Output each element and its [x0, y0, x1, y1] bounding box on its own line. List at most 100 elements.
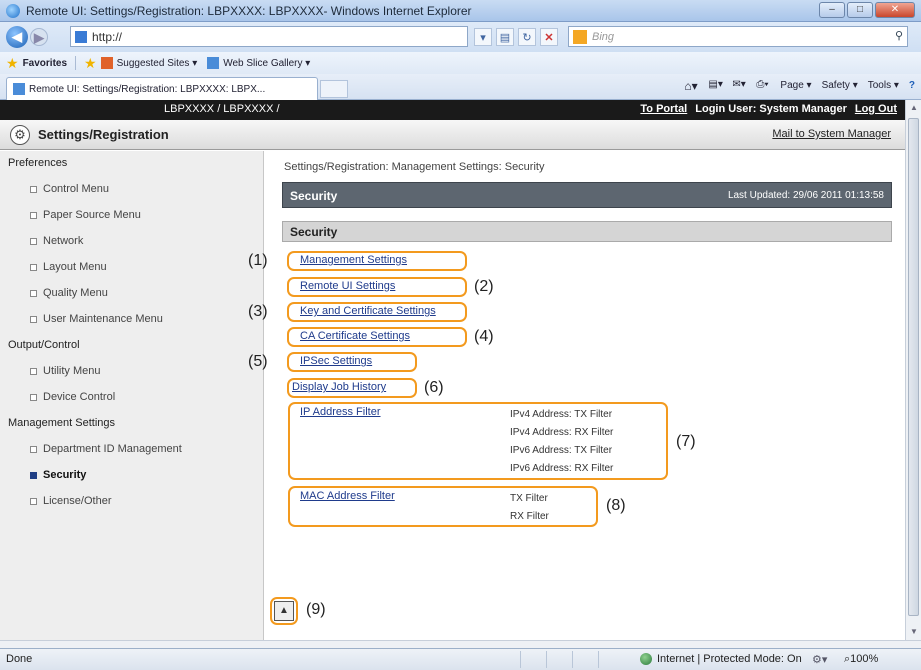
refresh-icon[interactable]: ↻ — [518, 28, 536, 46]
callout-2: (2) — [474, 278, 494, 295]
mac-tx-filter-label: TX Filter — [510, 493, 548, 504]
suggested-sites-link[interactable]: Suggested Sites ▾ — [117, 58, 198, 69]
new-tab-button[interactable] — [320, 80, 348, 98]
bullet-icon — [30, 445, 37, 453]
ipsec-settings-link[interactable]: IPSec Settings — [300, 355, 372, 367]
status-cell — [520, 651, 544, 668]
tab-remote-ui[interactable]: Remote UI: Settings/Registration: LBPXXX… — [6, 77, 318, 100]
sidebar-item-label: Layout Menu — [43, 261, 107, 273]
window-title: Remote UI: Settings/Registration: LBPXXX… — [26, 3, 472, 18]
top-strip: LBPXXXX / LBPXXXX / To Portal Login User… — [0, 100, 905, 120]
settings-gear-icon: ⚙ — [10, 125, 30, 145]
sidebar-item-utility-menu[interactable]: Utility Menu — [30, 365, 100, 377]
web-slice-icon — [207, 57, 220, 69]
scroll-down-icon[interactable]: ▼ — [906, 624, 921, 640]
sidebar-item-department-id-management[interactable]: Department ID Management — [30, 443, 182, 455]
maximize-button[interactable]: □ — [847, 2, 873, 18]
zoom-level[interactable]: ⌕100% — [844, 653, 878, 666]
tab-favicon-icon — [13, 83, 25, 95]
ipv6-rx-filter-label: IPv6 Address: RX Filter — [510, 463, 614, 474]
url-input[interactable]: http:// — [70, 26, 468, 47]
ipv6-tx-filter-label: IPv6 Address: TX Filter — [510, 445, 613, 456]
main-content: Settings/Registration: Management Settin… — [248, 151, 905, 640]
page-viewport: LBPXXXX / LBPXXXX / To Portal Login User… — [0, 100, 905, 640]
tools-menu[interactable]: Tools ▾ — [868, 80, 899, 91]
sidebar-item-device-control[interactable]: Device Control — [30, 391, 115, 403]
search-icon[interactable]: ⚲ — [895, 29, 903, 42]
mac-rx-filter-label: RX Filter — [510, 511, 549, 522]
bullet-icon — [30, 393, 37, 401]
horizontal-scrollbar[interactable] — [0, 640, 921, 648]
login-user-label: Login User: System Manager — [695, 103, 847, 115]
close-button[interactable]: ✕ — [875, 2, 915, 18]
callout-5: (5) — [248, 353, 268, 370]
ipv4-tx-filter-label: IPv4 Address: TX Filter — [510, 409, 613, 420]
sidebar-item-control-menu[interactable]: Control Menu — [30, 183, 109, 195]
search-placeholder: Bing — [592, 30, 615, 43]
sidebar-item-quality-menu[interactable]: Quality Menu — [30, 287, 108, 299]
add-favorite-icon[interactable]: ★ — [84, 55, 97, 72]
vertical-scrollbar[interactable]: ▲ ▼ — [905, 100, 921, 640]
status-text: Done — [6, 653, 33, 665]
protected-mode-icon[interactable]: ⚙▾ — [812, 653, 827, 666]
mail-icon[interactable]: ✉▾ — [732, 79, 746, 91]
bullet-icon — [30, 289, 37, 297]
compatibility-icon[interactable]: ▤ — [496, 28, 514, 46]
callout-7: (7) — [676, 433, 696, 450]
dropdown-arrow-icon[interactable]: ▾ — [474, 28, 492, 46]
address-bar: ◀ ▶ http:// ▾ ▤ ↻ ✕ Bing ⚲ — [0, 22, 921, 52]
top-right-links: To Portal Login User: System Manager Log… — [640, 103, 897, 115]
sidebar-item-paper-source-menu[interactable]: Paper Source Menu — [30, 209, 141, 221]
print-icon[interactable]: ⎙▾ — [756, 79, 770, 91]
search-input[interactable]: Bing ⚲ — [568, 26, 908, 47]
forward-button[interactable]: ▶ — [30, 28, 48, 46]
scroll-thumb[interactable] — [908, 118, 919, 616]
stop-icon[interactable]: ✕ — [540, 28, 558, 46]
remote-ui-settings-link[interactable]: Remote UI Settings — [300, 280, 395, 292]
safety-menu[interactable]: Safety ▾ — [822, 80, 858, 91]
callout-3: (3) — [248, 303, 268, 320]
log-out-link[interactable]: Log Out — [855, 103, 897, 115]
status-bar: Done Internet | Protected Mode: On ⚙▾ ⌕1… — [0, 648, 921, 670]
sidebar-item-network[interactable]: Network — [30, 235, 83, 247]
callout-8: (8) — [606, 497, 626, 514]
bullet-icon — [30, 263, 37, 271]
window-titlebar: Remote UI: Settings/Registration: LBPXXX… — [0, 0, 921, 22]
sidebar-item-label: Quality Menu — [43, 287, 108, 299]
web-slice-gallery-link[interactable]: Web Slice Gallery ▾ — [223, 58, 310, 69]
callout-4: (4) — [474, 328, 494, 345]
help-icon[interactable]: ? — [909, 80, 915, 91]
display-job-history-link[interactable]: Display Job History — [292, 381, 386, 393]
ip-address-filter-link[interactable]: IP Address Filter — [300, 406, 381, 418]
page-menu[interactable]: Page ▾ — [780, 80, 811, 91]
scroll-up-icon[interactable]: ▲ — [906, 100, 921, 116]
management-settings-link[interactable]: Management Settings — [300, 254, 407, 266]
sidebar-item-layout-menu[interactable]: Layout Menu — [30, 261, 107, 273]
ie-logo-icon — [6, 3, 20, 18]
go-to-top-button[interactable]: ▲ — [274, 601, 294, 621]
status-cell — [598, 651, 622, 668]
page-favicon-icon — [75, 30, 87, 43]
key-and-certificate-settings-link[interactable]: Key and Certificate Settings — [300, 305, 436, 317]
sidebar-item-label: Security — [43, 469, 87, 481]
callout-9: (9) — [306, 601, 326, 618]
minimize-button[interactable]: – — [819, 2, 845, 18]
security-zone[interactable]: Internet | Protected Mode: On — [640, 653, 802, 665]
sidebar-item-license-other[interactable]: License/Other — [30, 495, 111, 507]
bullet-icon — [30, 185, 37, 193]
back-button[interactable]: ◀ — [6, 26, 28, 48]
mac-address-filter-link[interactable]: MAC Address Filter — [300, 490, 395, 502]
favorites-button[interactable]: Favorites — [23, 58, 67, 69]
ca-certificate-settings-link[interactable]: CA Certificate Settings — [300, 330, 410, 342]
sidebar-item-security[interactable]: Security — [30, 469, 86, 481]
sidebar-item-label: Network — [43, 235, 84, 247]
bing-logo-icon — [573, 29, 587, 44]
to-portal-link[interactable]: To Portal — [640, 103, 687, 115]
mail-to-system-manager-link[interactable]: Mail to System Manager — [772, 128, 891, 140]
sidebar-item-user-maintenance-menu[interactable]: User Maintenance Menu — [30, 313, 163, 325]
feeds-icon[interactable]: ▤▾ — [708, 79, 722, 91]
url-tools: ▾ ▤ ↻ ✕ — [474, 28, 558, 46]
favorites-star-icon[interactable]: ★ — [6, 55, 19, 72]
bullet-icon — [30, 497, 37, 505]
home-icon[interactable]: ⌂▾ — [684, 79, 698, 93]
